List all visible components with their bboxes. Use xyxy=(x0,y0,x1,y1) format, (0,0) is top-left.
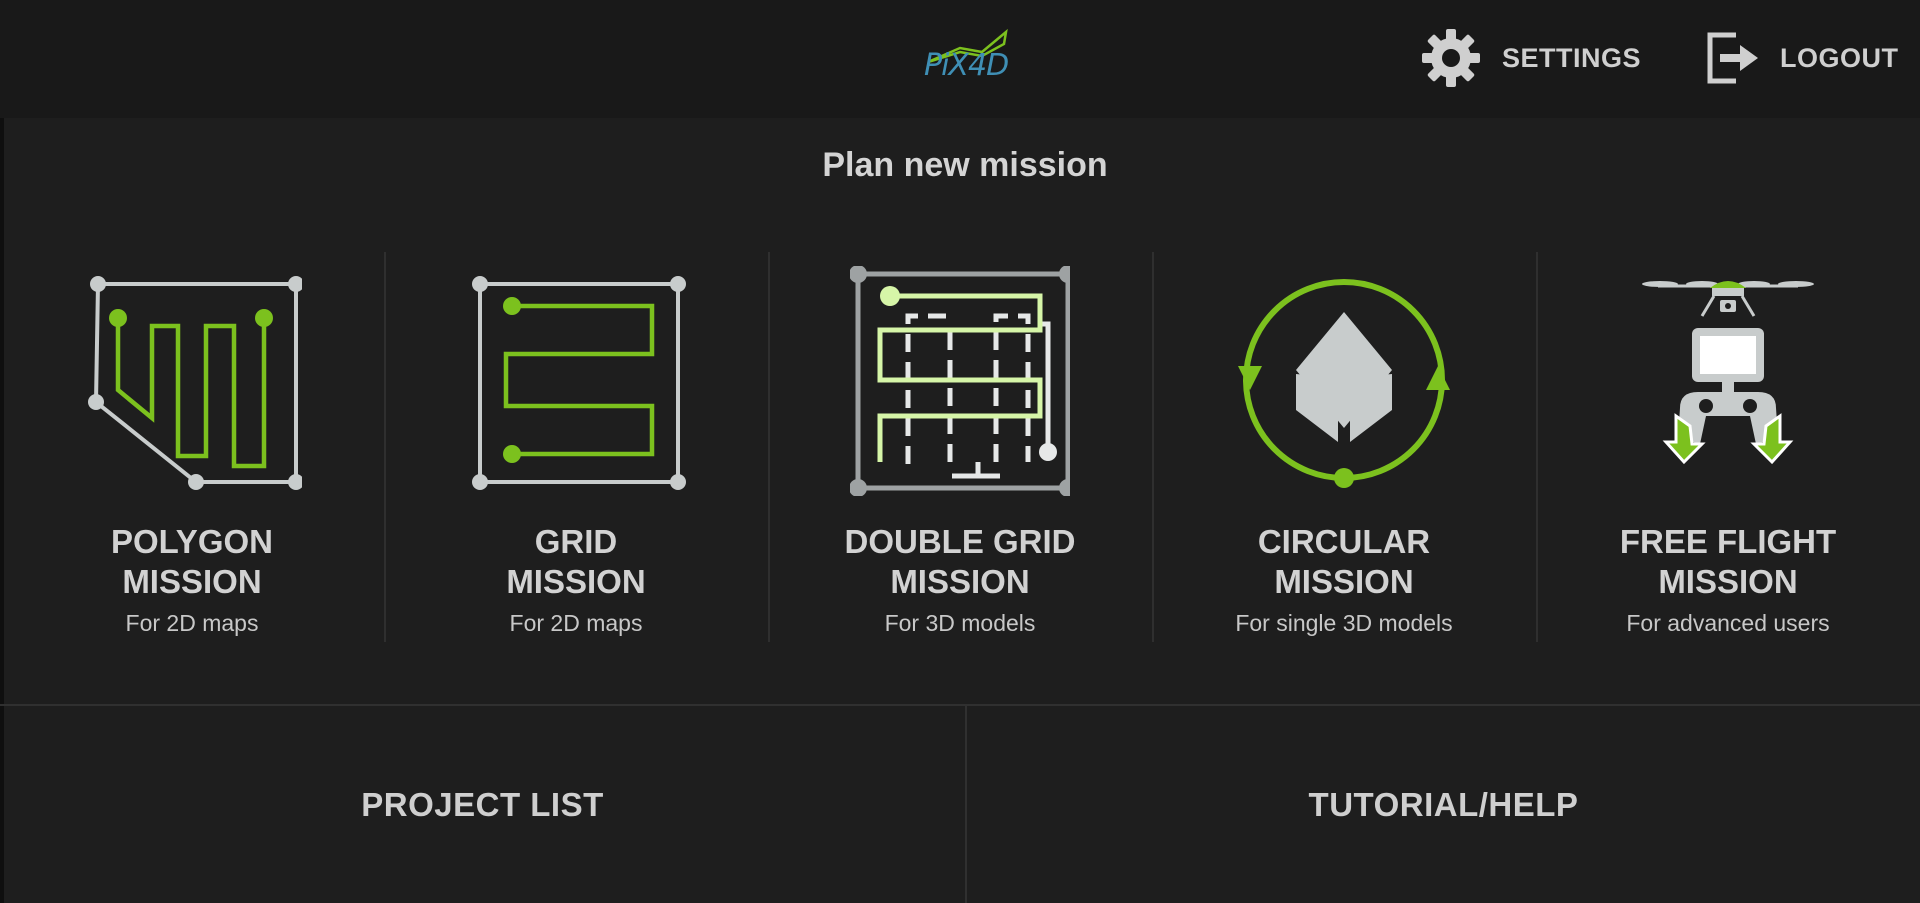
grid-mission-subtitle: For 2D maps xyxy=(509,610,643,636)
bottom-bar: PROJECT LIST TUTORIAL/HELP xyxy=(0,704,1920,903)
polygon-mission-subtitle: For 2D maps xyxy=(125,610,259,636)
circular-mission-subtitle: For single 3D models xyxy=(1235,610,1453,636)
polygon-mission-card[interactable]: POLYGON MISSION For 2D maps xyxy=(0,250,384,645)
polygon-title-line1: POLYGON xyxy=(111,523,273,560)
controller-icon xyxy=(1662,328,1794,465)
grid-mission-icon xyxy=(472,276,686,490)
logout-icon xyxy=(1707,32,1758,84)
circular-mission-title: CIRCULAR MISSION xyxy=(1152,522,1536,602)
double-grid-title-line1: DOUBLE GRID xyxy=(844,523,1076,560)
double-grid-mission-title: DOUBLE GRID MISSION xyxy=(768,522,1152,602)
polygon-mission-title: POLYGON MISSION xyxy=(0,522,384,602)
circular-mission-card[interactable]: CIRCULAR MISSION For single 3D models xyxy=(1152,250,1536,645)
double-grid-title-line2: MISSION xyxy=(890,563,1030,600)
free-flight-mission-subtitle: For advanced users xyxy=(1626,610,1830,636)
pix4d-logo: PiX4D xyxy=(920,26,1010,90)
settings-label: SETTINGS xyxy=(1502,42,1642,73)
section-title: Plan new mission xyxy=(822,146,1108,184)
free-flight-mission-card[interactable]: FREE FLIGHT MISSION For advanced users xyxy=(1536,250,1920,645)
app-root: PiX4D SETTINGS LOGOUT Plan new mission P… xyxy=(0,0,1920,903)
project-list-button[interactable]: PROJECT LIST xyxy=(0,706,965,903)
drone-icon xyxy=(1642,281,1814,317)
logout-label: LOGOUT xyxy=(1780,42,1899,73)
polygon-mission-icon xyxy=(88,276,302,490)
grid-title-line1: GRID xyxy=(534,523,618,560)
mission-list: POLYGON MISSION For 2D maps GRID MISSION xyxy=(0,250,1920,645)
double-grid-mission-icon xyxy=(850,266,1070,496)
polygon-title-line2: MISSION xyxy=(122,563,262,600)
gear-icon xyxy=(1422,29,1480,87)
circular-title-line2: MISSION xyxy=(1274,563,1414,600)
free-flight-title-line2: MISSION xyxy=(1658,563,1798,600)
circular-title-line1: CIRCULAR xyxy=(1257,523,1431,560)
circular-mission-icon xyxy=(1238,279,1450,488)
logo-text: PiX4D xyxy=(924,48,1009,83)
free-flight-title-line1: FREE FLIGHT xyxy=(1619,523,1837,560)
free-flight-mission-title: FREE FLIGHT MISSION xyxy=(1536,522,1920,602)
grid-mission-title: GRID MISSION xyxy=(384,522,768,602)
settings-button[interactable]: SETTINGS xyxy=(1418,24,1641,92)
double-grid-mission-card[interactable]: DOUBLE GRID MISSION For 3D models xyxy=(768,250,1152,645)
grid-mission-card[interactable]: GRID MISSION For 2D maps xyxy=(384,250,768,645)
logout-button[interactable]: LOGOUT xyxy=(1704,24,1899,92)
double-grid-mission-subtitle: For 3D models xyxy=(884,610,1036,636)
free-flight-mission-icon xyxy=(1642,281,1814,465)
tutorial-help-button[interactable]: TUTORIAL/HELP xyxy=(965,706,1920,903)
grid-title-line2: MISSION xyxy=(506,563,646,600)
header-bar: PiX4D SETTINGS LOGOUT xyxy=(0,0,1920,118)
